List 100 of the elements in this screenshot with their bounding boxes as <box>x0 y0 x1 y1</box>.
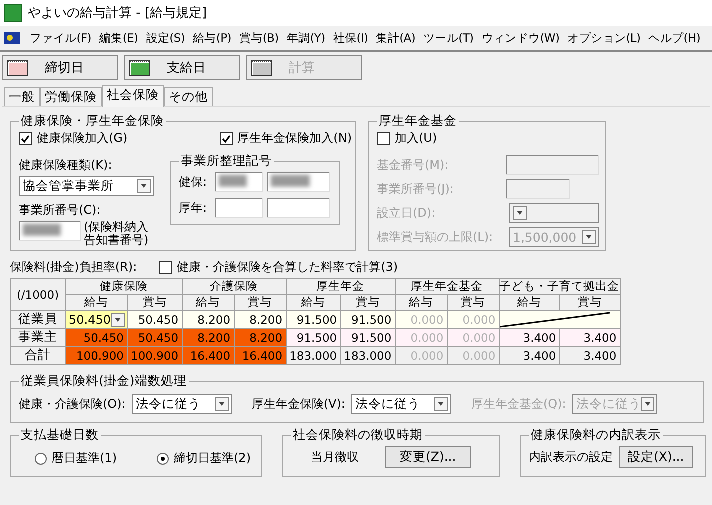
input-field[interactable] <box>506 155 599 175</box>
group-title: 健康保険・厚生年金保険 <box>20 113 165 130</box>
check-icon <box>21 134 30 142</box>
table-header: 給与 <box>286 294 341 310</box>
group-title: 社会保険料の徴収時期 <box>292 427 424 444</box>
table-header: 厚生年金 <box>286 278 396 294</box>
radio-button[interactable] <box>157 452 169 464</box>
menu-item[interactable]: 社保(I) <box>333 30 368 46</box>
radio-label: 締切日基準(2) <box>174 450 251 467</box>
cell-value: 3.400 <box>523 330 556 344</box>
tab[interactable]: 社会保険 <box>102 85 164 107</box>
menu-item[interactable]: オプション(L) <box>568 30 641 46</box>
group-title: 健康保険料の内訳表示 <box>530 427 662 444</box>
table-header: 子ども・子育て拠出金 <box>499 278 620 294</box>
dropdown-field[interactable] <box>509 203 599 223</box>
cell-value: 8.200 <box>198 330 231 344</box>
checkbox[interactable] <box>159 261 172 274</box>
row-header: 従業員 <box>10 310 66 328</box>
field-label: 厚生年金基金(Q): <box>471 396 566 412</box>
table-header: 厚生年金基金 <box>395 278 500 294</box>
table-header: 給与 <box>395 294 448 310</box>
code-field[interactable] <box>215 172 263 192</box>
table-header: 賞与 <box>447 294 500 310</box>
code-field[interactable] <box>215 198 263 218</box>
row-header: 合計 <box>10 346 66 364</box>
menu-item[interactable]: ファイル(F) <box>30 30 92 46</box>
checkbox-label: 健康保険加入(G) <box>37 130 128 147</box>
cell-value: 100.900 <box>76 348 124 362</box>
field-label: 厚生年金保険(V): <box>252 396 346 412</box>
tab[interactable]: その他 <box>164 87 213 106</box>
toolbar-button[interactable]: 締切日 <box>2 55 118 80</box>
field-label: 基金番号(M): <box>377 156 449 174</box>
menu-item[interactable]: 給与(P) <box>193 30 232 46</box>
code-field[interactable] <box>267 198 330 218</box>
group-title: 事業所整理記号 <box>180 153 273 170</box>
cell-value: 8.200 <box>198 312 231 326</box>
app-menu-icon[interactable] <box>2 29 22 47</box>
cell-value: 0.000 <box>410 330 444 344</box>
toolbar-button[interactable]: 支給日 <box>124 55 240 80</box>
app-logo-icon <box>4 4 22 22</box>
office-number-field[interactable] <box>19 221 81 241</box>
checkbox[interactable] <box>377 132 390 145</box>
table-header: 賞与 <box>340 294 396 310</box>
group-title: 厚生年金基金 <box>378 113 458 130</box>
input-field[interactable] <box>506 179 570 199</box>
checkbox[interactable] <box>19 132 32 145</box>
field-label: 厚年: <box>179 200 208 216</box>
field-label: 標準賞与額の上限(L): <box>377 228 494 246</box>
table-header: 健康保険 <box>66 278 182 294</box>
menu-item[interactable]: 設定(S) <box>146 30 186 46</box>
cell-value: 3.400 <box>523 348 556 362</box>
menu-item[interactable]: ウィンドウ(W) <box>482 30 560 46</box>
cell-value: 50.450 <box>138 330 179 344</box>
tab[interactable]: 労働保険 <box>40 87 102 106</box>
field-label: 事業所番号(C): <box>19 202 102 219</box>
cell-value: 0.000 <box>462 330 496 344</box>
rounding-select[interactable]: 法令に従う <box>132 394 232 414</box>
section-label: 保険料(掛金)負担率(R): <box>10 259 138 276</box>
cell-value: 0.000 <box>462 348 496 362</box>
checkbox-label: 加入(U) <box>395 130 438 147</box>
calendar-icon <box>7 58 29 76</box>
menu-item[interactable]: 編集(E) <box>100 30 138 46</box>
window-title: やよいの給与計算 - [給与規定] <box>28 5 208 22</box>
menu-item[interactable]: 集計(A) <box>376 30 416 46</box>
cell-value: 183.000 <box>344 348 392 362</box>
table-header: 賞与 <box>128 294 182 310</box>
radio-button[interactable] <box>35 452 47 464</box>
cell-value: 3.400 <box>584 330 617 344</box>
change-button[interactable]: 変更(Z)... <box>385 446 472 468</box>
table-header: 賞与 <box>560 294 620 310</box>
insurance-type-select[interactable]: 協会管掌事業所 <box>19 176 154 196</box>
checkbox[interactable] <box>220 132 233 145</box>
check-icon <box>222 134 231 142</box>
rate-input[interactable]: 50.450 <box>66 310 128 328</box>
field-label: 健康保険種類(K): <box>19 157 114 174</box>
cell-value: 0.000 <box>410 348 444 362</box>
menu-item[interactable]: ツール(T) <box>424 30 474 46</box>
cell-value: 91.500 <box>351 330 392 344</box>
field-note: (保険料納入告知書番号) <box>84 221 150 247</box>
settings-button[interactable]: 設定(X)... <box>619 446 694 468</box>
row-header: 事業主 <box>10 328 66 346</box>
field-label: 設立日(D): <box>377 204 436 222</box>
tab[interactable]: 一般 <box>4 87 40 106</box>
menu-item[interactable]: 年調(Y) <box>286 30 326 46</box>
cell-value: 3.400 <box>584 348 617 362</box>
cell-value: 8.200 <box>250 330 283 344</box>
rounding-select[interactable]: 法令に従う <box>351 394 452 414</box>
cell-value: 16.400 <box>190 348 231 362</box>
field-label: 健康・介護保険(O): <box>19 396 126 412</box>
menu-item[interactable]: ヘルプ(H) <box>648 30 701 46</box>
menu-item[interactable]: 賞与(B) <box>239 30 279 46</box>
radio-label: 暦日基準(1) <box>52 450 117 467</box>
field-label: 健保: <box>179 174 208 190</box>
cell-value: 0.000 <box>410 312 444 326</box>
cell-value: 16.400 <box>242 348 283 362</box>
code-field[interactable] <box>267 172 330 192</box>
cell-value: 50.450 <box>138 312 179 326</box>
field-label: 内訳表示の設定 <box>529 448 613 466</box>
table-header: 給与 <box>499 294 560 310</box>
cell-value: 50.450 <box>84 330 124 344</box>
